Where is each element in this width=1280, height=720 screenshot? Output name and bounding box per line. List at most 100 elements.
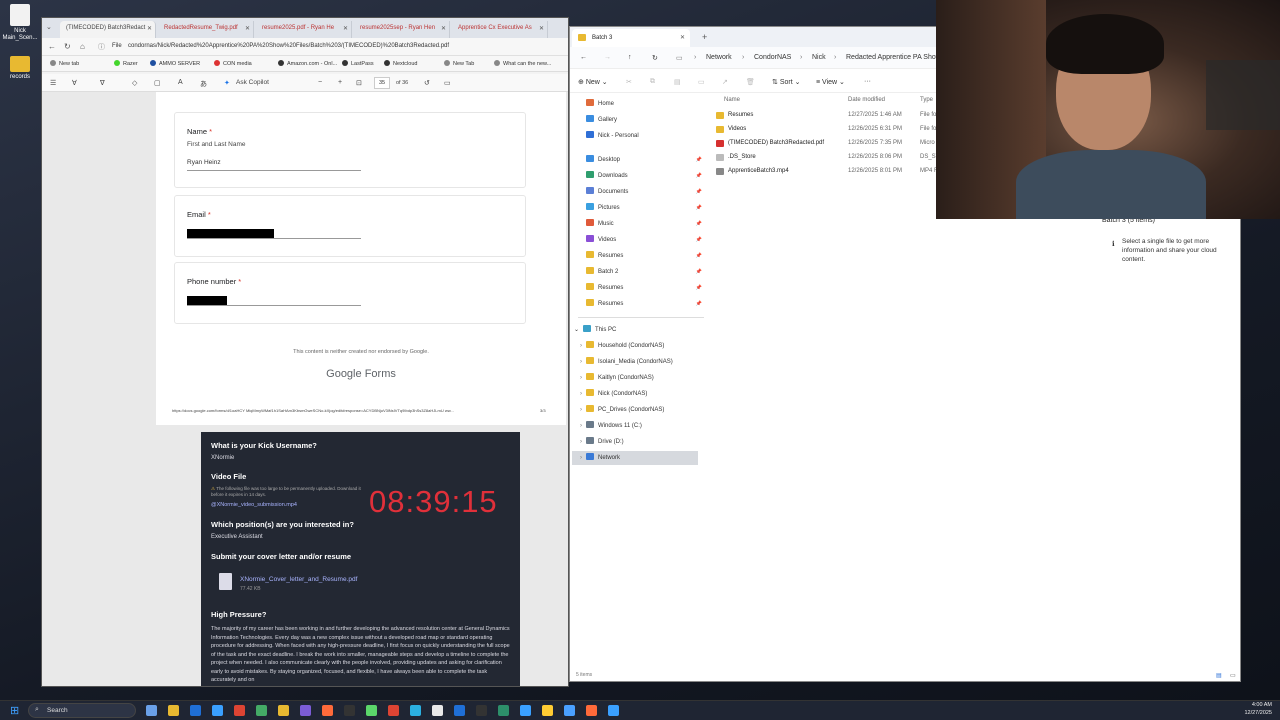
zoom-in-icon[interactable]: + bbox=[338, 79, 342, 86]
start-icon[interactable]: ⊞ bbox=[10, 704, 19, 717]
tab-redacted-resume[interactable]: RedactedResume_Twig.pdf ✕ bbox=[158, 21, 254, 38]
ask-copilot-button[interactable]: Ask Copilot bbox=[236, 79, 269, 86]
close-icon[interactable]: ✕ bbox=[680, 34, 685, 41]
paste-icon[interactable]: ▤ bbox=[674, 78, 681, 86]
app-icon[interactable] bbox=[432, 705, 443, 716]
desktop-icon-nick-main[interactable]: Nick Main_Scen... bbox=[0, 4, 40, 42]
column-name[interactable]: Name bbox=[724, 97, 740, 103]
favorite-item[interactable]: New Tab bbox=[444, 60, 474, 67]
erase-icon[interactable]: ◇ bbox=[132, 79, 137, 87]
nav-item[interactable]: › Isolani_Media (CondorNAS) bbox=[580, 355, 706, 369]
nav-item[interactable]: › Drive (D:) bbox=[580, 435, 706, 449]
terminal-icon[interactable] bbox=[344, 705, 355, 716]
view-button[interactable]: ≡ View ⌄ bbox=[816, 78, 845, 86]
chrome-icon[interactable] bbox=[454, 705, 465, 716]
nav-item[interactable]: Documents 📌 bbox=[586, 185, 704, 199]
file-explorer-icon[interactable] bbox=[168, 705, 179, 716]
info-icon[interactable]: ⓘ bbox=[98, 42, 105, 52]
file-explorer-icon[interactable] bbox=[278, 705, 289, 716]
fit-page-icon[interactable]: ⊡ bbox=[356, 79, 362, 87]
close-icon[interactable]: ✕ bbox=[441, 25, 446, 32]
highlight-icon[interactable]: ∀ bbox=[72, 79, 77, 87]
view-icon[interactable]: ▢ bbox=[154, 79, 161, 87]
favorite-item[interactable]: AMMO SERVER bbox=[150, 60, 200, 67]
app-icon[interactable] bbox=[520, 705, 531, 716]
app-icon[interactable] bbox=[256, 705, 267, 716]
nav-item[interactable]: › Windows 11 (C:) bbox=[580, 419, 706, 433]
nav-item[interactable]: Resumes 📌 bbox=[586, 281, 704, 295]
refresh-icon[interactable]: ↻ bbox=[652, 54, 658, 62]
nav-item[interactable]: › Network bbox=[572, 451, 698, 465]
tab-resume2025sep[interactable]: resume2025sep - Ryan Hen ✕ bbox=[354, 21, 450, 38]
clock-date[interactable]: 12/27/2025 bbox=[1232, 710, 1272, 716]
zoom-out-icon[interactable]: − bbox=[318, 79, 322, 86]
page-view-icon[interactable]: ▭ bbox=[444, 79, 451, 87]
close-icon[interactable]: ✕ bbox=[245, 25, 250, 32]
url-input[interactable]: condornas/Nick/Redacted%20Apprentice%20P… bbox=[128, 43, 449, 49]
nav-item-this-pc[interactable]: ⌄ This PC bbox=[574, 323, 692, 337]
clock-time[interactable]: 4:00 AM bbox=[1238, 702, 1272, 708]
chrome-icon[interactable] bbox=[234, 705, 245, 716]
cut-icon[interactable]: ✂ bbox=[626, 78, 632, 86]
teams-icon[interactable] bbox=[300, 705, 311, 716]
edge-icon[interactable] bbox=[212, 705, 223, 716]
close-icon[interactable]: ✕ bbox=[343, 25, 348, 32]
nav-item[interactable]: › Household (CondorNAS) bbox=[580, 339, 706, 353]
nav-item[interactable]: Batch 2 📌 bbox=[586, 265, 704, 279]
favorite-item[interactable]: CON media bbox=[214, 60, 252, 67]
home-icon[interactable]: ⌂ bbox=[80, 42, 85, 51]
refresh-icon[interactable]: ↻ bbox=[64, 42, 71, 51]
rename-icon[interactable]: ▭ bbox=[698, 78, 705, 86]
app-icon[interactable] bbox=[366, 705, 377, 716]
chrome-icon[interactable] bbox=[388, 705, 399, 716]
details-view-icon[interactable]: ▤ bbox=[1216, 672, 1222, 679]
edge-icon[interactable] bbox=[190, 705, 201, 716]
nav-item[interactable]: Resumes 📌 bbox=[586, 297, 704, 311]
share-icon[interactable]: ↗ bbox=[722, 78, 728, 86]
column-date[interactable]: Date modified bbox=[848, 97, 885, 103]
rotate-icon[interactable]: ↺ bbox=[424, 79, 430, 87]
firefox-icon[interactable] bbox=[322, 705, 333, 716]
app-icon[interactable] bbox=[564, 705, 575, 716]
favorite-item[interactable]: New tab bbox=[50, 60, 79, 67]
favorite-item[interactable]: LastPass bbox=[342, 60, 374, 67]
obs-icon[interactable] bbox=[476, 705, 487, 716]
video-file-link[interactable]: @XNormie_video_submission.mp4 bbox=[211, 502, 297, 508]
task-view-icon[interactable] bbox=[146, 705, 157, 716]
read-aloud-icon[interactable]: A bbox=[178, 79, 183, 86]
app-icon[interactable] bbox=[542, 705, 553, 716]
app-icon[interactable] bbox=[586, 705, 597, 716]
nav-item[interactable]: › Kaitlyn (CondorNAS) bbox=[580, 371, 706, 385]
nav-item[interactable]: Nick - Personal bbox=[586, 129, 704, 143]
back-icon[interactable]: ← bbox=[48, 42, 56, 51]
translate-icon[interactable]: あ bbox=[200, 79, 207, 89]
nav-item[interactable]: › PC_Drives (CondorNAS) bbox=[580, 403, 706, 417]
nav-item[interactable]: Resumes 📌 bbox=[586, 249, 704, 263]
edge-icon[interactable] bbox=[410, 705, 421, 716]
app-icon[interactable] bbox=[498, 705, 509, 716]
breadcrumb-redacted[interactable]: Redacted Apprentice PA Show bbox=[846, 54, 941, 61]
breadcrumb-network[interactable]: Network bbox=[706, 54, 732, 61]
tab-actions-icon[interactable]: ⌄ bbox=[46, 23, 52, 31]
nav-item[interactable]: Gallery bbox=[586, 113, 704, 127]
favorite-item[interactable]: Amazon.com - Onl... bbox=[278, 60, 337, 67]
new-button[interactable]: ⊕ New ⌄ bbox=[578, 78, 608, 86]
contents-icon[interactable]: ☰ bbox=[50, 79, 56, 87]
favorite-item[interactable]: What can the new... bbox=[494, 60, 551, 67]
nav-item[interactable]: Home bbox=[586, 97, 704, 111]
page-number-input[interactable]: 35 bbox=[374, 77, 390, 89]
more-options-icon[interactable]: ··· bbox=[864, 78, 871, 85]
breadcrumb-condornas[interactable]: CondorNAS bbox=[754, 54, 791, 61]
tab-batch3[interactable]: Batch 3 ✕ bbox=[572, 29, 690, 47]
nav-item[interactable]: Music 📌 bbox=[586, 217, 704, 231]
app-icon[interactable] bbox=[608, 705, 619, 716]
tiles-view-icon[interactable]: ▭ bbox=[1230, 672, 1236, 679]
tab-timecoded-batch3[interactable]: (TIMECODED) Batch3Redact ✕ bbox=[60, 21, 156, 38]
copy-icon[interactable]: ⧉ bbox=[650, 78, 655, 86]
cover-file-link[interactable]: XNormie_Cover_letter_and_Resume.pdf bbox=[240, 576, 357, 583]
column-type[interactable]: Type bbox=[920, 97, 933, 103]
back-icon[interactable]: ← bbox=[580, 54, 587, 61]
nav-item[interactable]: Downloads 📌 bbox=[586, 169, 704, 183]
favorite-item[interactable]: Razer bbox=[114, 60, 138, 67]
breadcrumb-nick[interactable]: Nick bbox=[812, 54, 826, 61]
